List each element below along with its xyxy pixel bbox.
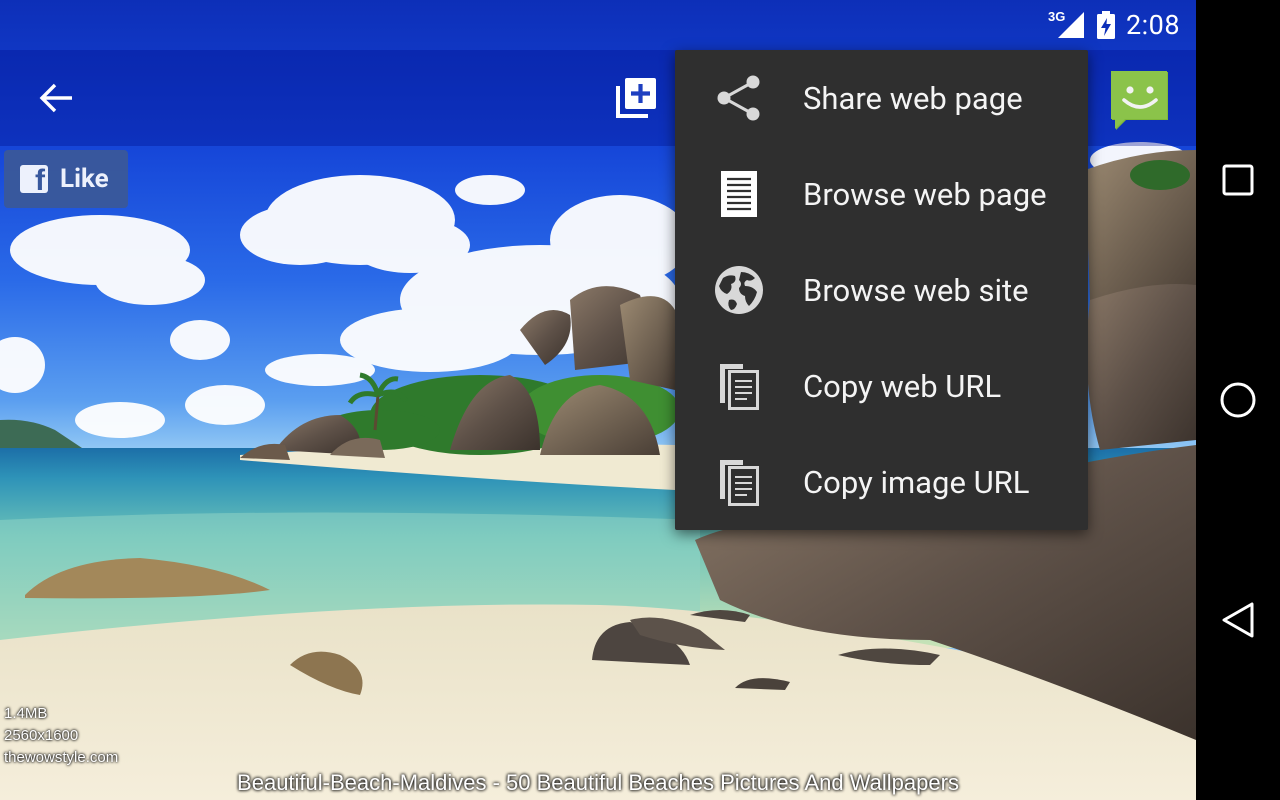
menu-item-copy-web-url[interactable]: Copy web URL <box>675 338 1088 434</box>
menu-item-browse-web-site[interactable]: Browse web site <box>675 242 1088 338</box>
facebook-like-button[interactable]: f Like <box>4 150 128 208</box>
signal-icon: 3G <box>1048 10 1084 38</box>
facebook-f-icon: f <box>20 165 48 193</box>
image-caption: Beautiful-Beach-Maldives - 50 Beautiful … <box>237 770 959 795</box>
nav-back-button[interactable] <box>1208 590 1268 650</box>
add-to-library-icon <box>616 78 656 118</box>
image-info: 1.4MB 2560x1600 thewowstyle.com <box>4 703 118 769</box>
globe-icon <box>715 266 763 314</box>
network-type-label: 3G <box>1048 10 1065 24</box>
menu-item-label: Browse web site <box>803 271 1029 309</box>
overflow-menu: Share web page Browse web page Browse we… <box>675 50 1088 530</box>
back-arrow-icon <box>39 83 72 113</box>
home-button[interactable] <box>1208 370 1268 430</box>
navigation-bar <box>1196 0 1280 800</box>
recent-apps-button[interactable] <box>1208 150 1268 210</box>
facebook-like-label: Like <box>60 164 109 194</box>
menu-item-copy-image-url[interactable]: Copy image URL <box>675 434 1088 530</box>
home-icon <box>1220 382 1256 418</box>
copy-icon <box>720 460 759 506</box>
battery-charging-icon <box>1096 11 1115 39</box>
menu-item-label: Share web page <box>803 79 1023 117</box>
menu-item-share-web-page[interactable]: Share web page <box>675 50 1088 146</box>
recent-apps-icon <box>1222 164 1254 196</box>
image-source: thewowstyle.com <box>4 749 119 766</box>
status-bar: 3G 2:08 <box>1048 0 1196 50</box>
menu-item-label: Browse web page <box>803 175 1047 213</box>
image-file-size: 1.4MB <box>4 705 48 722</box>
app-avatar-icon <box>1111 71 1168 130</box>
app-avatar-button[interactable] <box>1106 68 1172 134</box>
document-icon <box>721 171 757 217</box>
copy-icon <box>720 364 759 410</box>
back-triangle-icon <box>1222 602 1254 638</box>
menu-item-label: Copy web URL <box>803 367 1002 405</box>
back-button[interactable] <box>28 74 84 122</box>
image-dimensions: 2560x1600 <box>4 727 79 744</box>
menu-item-label: Copy image URL <box>803 463 1030 501</box>
add-to-library-button[interactable] <box>608 74 664 122</box>
share-icon <box>717 75 760 121</box>
menu-item-browse-web-page[interactable]: Browse web page <box>675 146 1088 242</box>
clock: 2:08 <box>1125 9 1180 41</box>
